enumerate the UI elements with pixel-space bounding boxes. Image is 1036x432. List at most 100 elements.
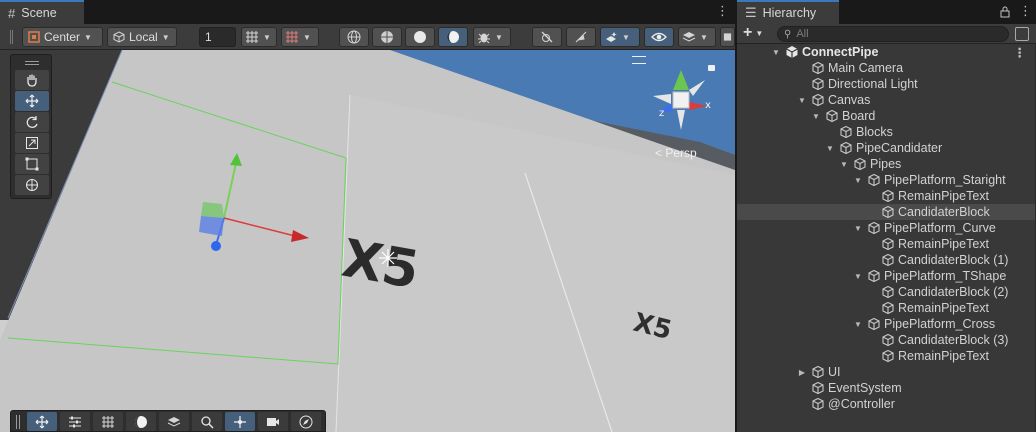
rect-tool-button[interactable]: [15, 154, 49, 174]
hierarchy-row[interactable]: ▶ UI: [737, 364, 1036, 380]
gameobject-cube-icon: [881, 333, 895, 347]
hierarchy-row[interactable]: ▼ Canvas: [737, 92, 1036, 108]
pivot-label: Center: [44, 30, 81, 44]
pivot-dropdown[interactable]: Center ▼: [22, 27, 103, 47]
audio-toggle[interactable]: [566, 27, 596, 47]
pivot-arrows-icon: [234, 415, 246, 428]
hierarchy-row[interactable]: RemainPipeText: [737, 188, 1036, 204]
lighting-toggle[interactable]: [532, 27, 562, 47]
search-options-icon[interactable]: [1015, 27, 1029, 41]
increment-snap-dropdown[interactable]: ▼: [281, 27, 319, 47]
overlay-move-button[interactable]: [27, 412, 57, 431]
overlay-camera-button[interactable]: [258, 412, 288, 431]
camera-toggle[interactable]: [720, 27, 735, 47]
hierarchy-row-label: CandidaterBlock: [898, 205, 990, 219]
hierarchy-row[interactable]: RemainPipeText: [737, 300, 1036, 316]
hierarchy-row[interactable]: CandidaterBlock: [737, 204, 1036, 220]
overlay-grid-button[interactable]: [93, 412, 123, 431]
lock-icon[interactable]: [1000, 6, 1010, 18]
foldout-expanded-icon[interactable]: ▼: [825, 144, 835, 153]
hierarchy-row[interactable]: ▼ PipePlatform_TShape: [737, 268, 1036, 284]
move-arrows-icon: [35, 415, 49, 428]
tab-hierarchy[interactable]: ☰ Hierarchy: [737, 0, 839, 24]
shaded-button[interactable]: [405, 27, 435, 47]
scene-menu-icon[interactable]: ⋮: [716, 4, 729, 18]
hierarchy-row[interactable]: Blocks: [737, 124, 1036, 140]
gameobject-cube-icon: [881, 285, 895, 299]
chevron-down-icon: ▼: [495, 32, 503, 42]
scene-viewport[interactable]: X5 X5 x z: [0, 50, 735, 432]
gizmo-menu-icon[interactable]: [632, 56, 646, 64]
hierarchy-row[interactable]: ▼ PipeCandidater: [737, 140, 1036, 156]
transform-tool-button[interactable]: [15, 175, 49, 195]
foldout-expanded-icon[interactable]: ▼: [853, 320, 863, 329]
overlay-align-button[interactable]: [60, 412, 90, 431]
foldout-expanded-icon[interactable]: ▼: [839, 160, 849, 169]
chevron-down-icon: ▼: [84, 32, 92, 42]
hierarchy-toolbar: + ▼ ⚲ All: [737, 24, 1036, 44]
hierarchy-row[interactable]: CandidaterBlock (3): [737, 332, 1036, 348]
move-arrows-icon: [25, 94, 39, 108]
hierarchy-row-label: CandidaterBlock (1): [898, 253, 1009, 267]
pivot-center-icon: [28, 31, 40, 43]
hierarchy-row-label: PipePlatform_TShape: [884, 269, 1007, 283]
rotate-tool-button[interactable]: [15, 112, 49, 132]
overlay-compass-button[interactable]: [291, 412, 321, 431]
hierarchy-row[interactable]: RemainPipeText: [737, 236, 1036, 252]
palette-grip-icon[interactable]: [25, 61, 39, 65]
scene-root-row[interactable]: ▼ ConnectPipe ⋮: [737, 44, 1036, 60]
wireframe-sphere-icon: [347, 30, 361, 44]
tab-scene[interactable]: # Scene: [0, 0, 84, 24]
transform-icon: [26, 179, 38, 191]
hierarchy-row[interactable]: Main Camera: [737, 60, 1036, 76]
overlay-layers-button[interactable]: [159, 412, 189, 431]
layers-dropdown[interactable]: ▼: [678, 27, 716, 47]
hierarchy-row[interactable]: CandidaterBlock (2): [737, 284, 1036, 300]
overlay-grip-icon[interactable]: [16, 415, 20, 429]
overlay-lit-button[interactable]: [126, 412, 156, 431]
wireframe-button[interactable]: [339, 27, 369, 47]
foldout-expanded-icon[interactable]: ▼: [797, 96, 807, 105]
foldout-collapsed-icon[interactable]: ▶: [797, 368, 807, 377]
foldout-expanded-icon[interactable]: ▼: [853, 224, 863, 233]
grid-snap-dropdown[interactable]: ▼: [241, 27, 277, 47]
lit-button[interactable]: [438, 27, 468, 47]
move-tool-button[interactable]: [15, 91, 49, 111]
view-tool-button[interactable]: [15, 70, 49, 90]
overlay-search-button[interactable]: [192, 412, 222, 431]
projection-label[interactable]: < Persp: [655, 146, 697, 160]
hierarchy-row[interactable]: Directional Light: [737, 76, 1036, 92]
hierarchy-menu-icon[interactable]: ⋮: [1019, 4, 1032, 18]
hierarchy-row[interactable]: CandidaterBlock (1): [737, 252, 1036, 268]
grid-size-input[interactable]: 1: [199, 27, 236, 47]
foldout-expanded-icon[interactable]: ▼: [853, 272, 863, 281]
gameobject-cube-icon: [881, 205, 895, 219]
bug-icon: [478, 33, 490, 44]
hierarchy-search-input[interactable]: ⚲ All: [777, 26, 1009, 42]
hierarchy-row-label: Main Camera: [828, 61, 904, 75]
foldout-expanded-icon[interactable]: ▼: [771, 48, 781, 57]
foldout-expanded-icon[interactable]: ▼: [853, 176, 863, 185]
create-dropdown[interactable]: + ▼: [743, 25, 763, 41]
hierarchy-row[interactable]: ▼ Pipes: [737, 156, 1036, 172]
foldout-expanded-icon[interactable]: ▼: [811, 112, 821, 121]
shaded-wireframe-button[interactable]: [372, 27, 402, 47]
space-dropdown[interactable]: Local ▼: [107, 27, 177, 47]
hierarchy-row-label: Pipes: [870, 157, 902, 171]
effects-dropdown[interactable]: ▼: [600, 27, 640, 47]
hierarchy-row[interactable]: EventSystem: [737, 380, 1036, 396]
hierarchy-row[interactable]: ▼ Board: [737, 108, 1036, 124]
scale-tool-button[interactable]: [15, 133, 49, 153]
scene-root-menu-icon[interactable]: ⋮: [1014, 45, 1027, 60]
debug-draw-dropdown[interactable]: ▼: [473, 27, 511, 47]
hierarchy-row[interactable]: RemainPipeText: [737, 348, 1036, 364]
space-label: Local: [129, 30, 158, 44]
scene-visibility-toggle[interactable]: [644, 27, 674, 47]
hierarchy-row[interactable]: ▼ PipePlatform_Cross: [737, 316, 1036, 332]
hierarchy-row[interactable]: ▼ PipePlatform_Curve: [737, 220, 1036, 236]
overlay-pivot-button[interactable]: [225, 412, 255, 431]
hierarchy-row[interactable]: ▼ PipePlatform_Staright: [737, 172, 1036, 188]
lock-icon[interactable]: [708, 65, 715, 71]
hand-icon: [27, 74, 37, 87]
hierarchy-row[interactable]: @Controller: [737, 396, 1036, 412]
